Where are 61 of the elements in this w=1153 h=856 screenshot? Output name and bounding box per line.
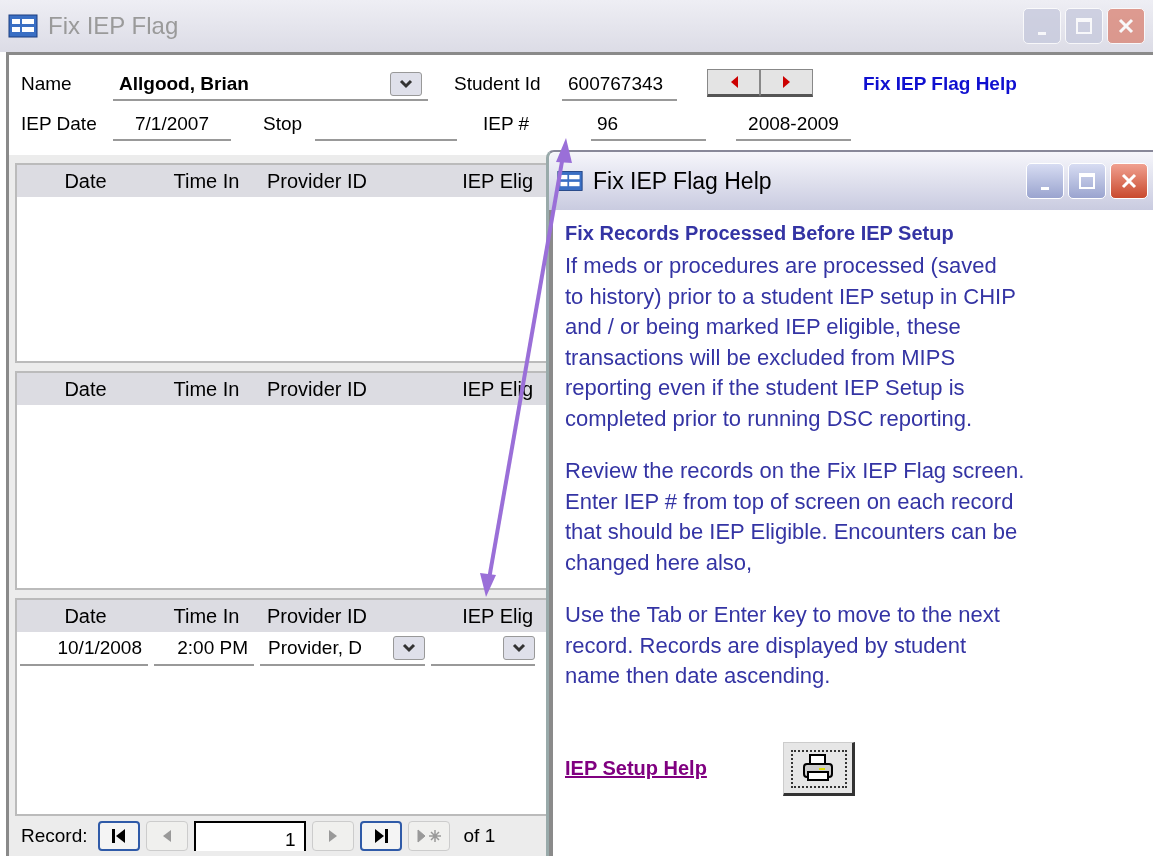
time-field[interactable]: 2:00 PM: [154, 632, 254, 666]
dropdown-icon: [399, 79, 413, 89]
provider-combo[interactable]: Provider, D: [260, 632, 425, 666]
minimize-button[interactable]: [1026, 163, 1064, 199]
help-paragraph: If meds or procedures are processed (saved to history) prior to a student IEP setup in CHIP and / or being marked IEP eligible, these transactions will be excluded from MIPS reporting even if the student IEP Setup is completed prior to running DSC reporting.: [565, 252, 1017, 433]
iep-number-field[interactable]: 96: [591, 109, 706, 141]
date-field[interactable]: 10/1/2008: [20, 632, 148, 666]
column-header: Provider ID: [266, 169, 369, 193]
maximize-icon: [1076, 18, 1092, 34]
column-header: Time In: [172, 604, 241, 628]
record-label: Record:: [21, 825, 88, 847]
column-header: Date: [63, 377, 108, 401]
close-button[interactable]: [1110, 163, 1148, 199]
print-button[interactable]: [782, 741, 855, 796]
last-record-button[interactable]: [359, 821, 402, 851]
school-year-field[interactable]: 2008-2009: [736, 109, 851, 141]
prev-record-icon: [161, 829, 172, 843]
field-label: Name: [21, 73, 73, 96]
new-record-icon: [414, 827, 443, 845]
first-record-button[interactable]: [97, 821, 140, 851]
column-header: IEP Elig: [461, 604, 533, 628]
close-button[interactable]: [1107, 8, 1145, 44]
column-header: Date: [63, 169, 108, 193]
help-paragraph: Review the records on the Fix IEP Flag screen. Enter IEP # from top of screen on each record that should be IEP Eligible. Encounters can be changed here also,: [565, 457, 1026, 577]
minimize-button[interactable]: [1023, 8, 1061, 44]
record-number-field[interactable]: 1: [193, 821, 306, 851]
help-paragraph: Use the Tab or Enter key to move to the next record. Records are displayed by student name then date ascending.: [565, 601, 1001, 690]
field-label: IEP Date: [21, 113, 98, 136]
field-label: IEP #: [483, 113, 531, 136]
window-title: Fix IEP Flag Help: [593, 167, 772, 195]
right-triangle-icon: [781, 75, 792, 89]
column-header: Time In: [172, 169, 241, 193]
column-header: IEP Elig: [461, 169, 533, 193]
close-icon: [1121, 173, 1137, 189]
maximize-button[interactable]: [1068, 163, 1106, 199]
help-link[interactable]: Fix IEP Flag Help: [863, 73, 1017, 101]
minimize-icon: [1041, 186, 1049, 190]
dropdown-icon: [402, 643, 416, 653]
student-id-field[interactable]: 600767343: [562, 69, 677, 101]
column-header: Time In: [172, 377, 241, 401]
maximize-icon: [1079, 173, 1095, 189]
next-record-icon: [327, 829, 338, 843]
column-header: Provider ID: [266, 377, 369, 401]
column-header: Date: [63, 604, 108, 628]
record-count: of 1: [463, 825, 496, 847]
setup-help-link[interactable]: IEP Setup Help: [565, 757, 707, 780]
form-icon: [8, 14, 38, 38]
next-record-button[interactable]: [760, 69, 813, 97]
maximize-button[interactable]: [1065, 8, 1103, 44]
help-heading: Fix Records Processed Before IEP Setup: [565, 222, 955, 245]
minimize-icon: [1038, 31, 1046, 35]
printer-icon: [800, 752, 835, 783]
field-label: Stop: [263, 113, 304, 136]
field-label: Student Id: [454, 73, 542, 96]
close-icon: [1118, 18, 1134, 34]
column-header: Provider ID: [266, 604, 369, 628]
name-combo[interactable]: Allgood, Brian: [113, 69, 428, 101]
iep-date-field[interactable]: 7/1/2007: [113, 109, 231, 141]
dropdown-icon: [512, 643, 526, 653]
window-title: Fix IEP Flag: [48, 12, 179, 40]
previous-record-button[interactable]: [707, 69, 760, 97]
